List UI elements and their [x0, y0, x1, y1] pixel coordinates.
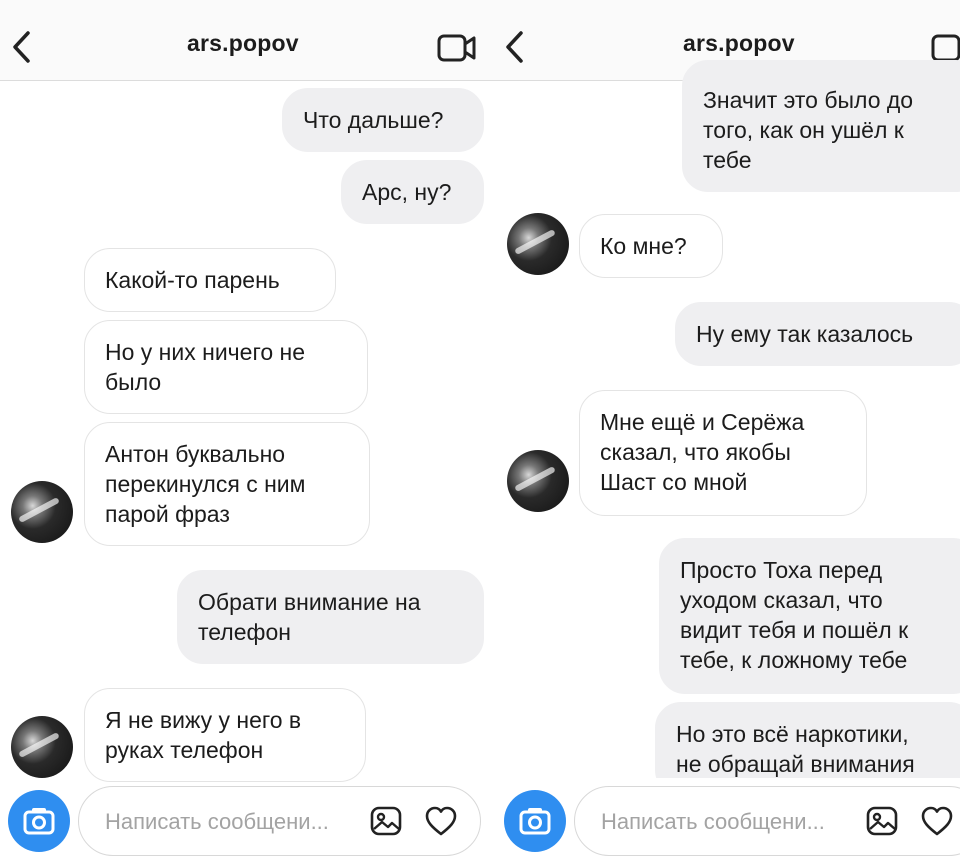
avatar[interactable]: [507, 450, 569, 512]
message-bubble-incoming[interactable]: Какой-то парень: [84, 248, 336, 312]
gallery-icon[interactable]: [865, 805, 899, 837]
avatar[interactable]: [507, 213, 569, 275]
heart-icon[interactable]: [920, 805, 954, 837]
chat-title[interactable]: ars.popov: [187, 30, 299, 57]
chat-header: ars.popov: [0, 0, 493, 81]
video-call-icon[interactable]: [931, 33, 960, 63]
message-composer[interactable]: Написать сообщени...: [574, 786, 960, 856]
avatar[interactable]: [11, 716, 73, 778]
message-input-placeholder[interactable]: Написать сообщени...: [601, 809, 825, 835]
message-bubble-outgoing[interactable]: Арс, ну?: [341, 160, 484, 224]
gallery-icon[interactable]: [369, 805, 403, 837]
message-bubble-outgoing[interactable]: Просто Тоха перед уходом сказал, что вид…: [659, 538, 960, 694]
camera-button[interactable]: [504, 790, 566, 852]
back-chevron-icon[interactable]: [503, 30, 525, 64]
message-bubble-incoming[interactable]: Я не вижу у него в руках телефон: [84, 688, 366, 782]
chat-panel-right: ars.popov Значит это было до того, как о…: [493, 0, 960, 860]
avatar[interactable]: [11, 481, 73, 543]
camera-icon: [23, 808, 55, 835]
message-bubble-outgoing[interactable]: Значит это было до того, как он ушёл к т…: [682, 60, 960, 192]
message-bubble-incoming[interactable]: Антон буквально перекинулся с ним парой …: [84, 422, 370, 546]
message-input-placeholder[interactable]: Написать сообщени...: [105, 809, 329, 835]
heart-icon[interactable]: [424, 805, 458, 837]
camera-icon: [519, 808, 551, 835]
message-bubble-outgoing[interactable]: Ну ему так казалось: [675, 302, 960, 366]
video-call-icon[interactable]: [437, 33, 477, 63]
message-bubble-outgoing[interactable]: Что дальше?: [282, 88, 484, 152]
chat-panel-left: ars.popov Что дальше? Арс, ну? Какой-то …: [0, 0, 493, 860]
back-chevron-icon[interactable]: [10, 30, 32, 64]
chat-title[interactable]: ars.popov: [683, 30, 795, 57]
message-bubble-incoming[interactable]: Мне ещё и Серёжа сказал, что якобы Шаст …: [579, 390, 867, 516]
camera-button[interactable]: [8, 790, 70, 852]
message-composer[interactable]: Написать сообщени...: [78, 786, 481, 856]
message-bubble-incoming[interactable]: Но у них ничего не было: [84, 320, 368, 414]
message-bubble-outgoing[interactable]: Обрати внимание на телефон: [177, 570, 484, 664]
message-bubble-incoming[interactable]: Ко мне?: [579, 214, 723, 278]
